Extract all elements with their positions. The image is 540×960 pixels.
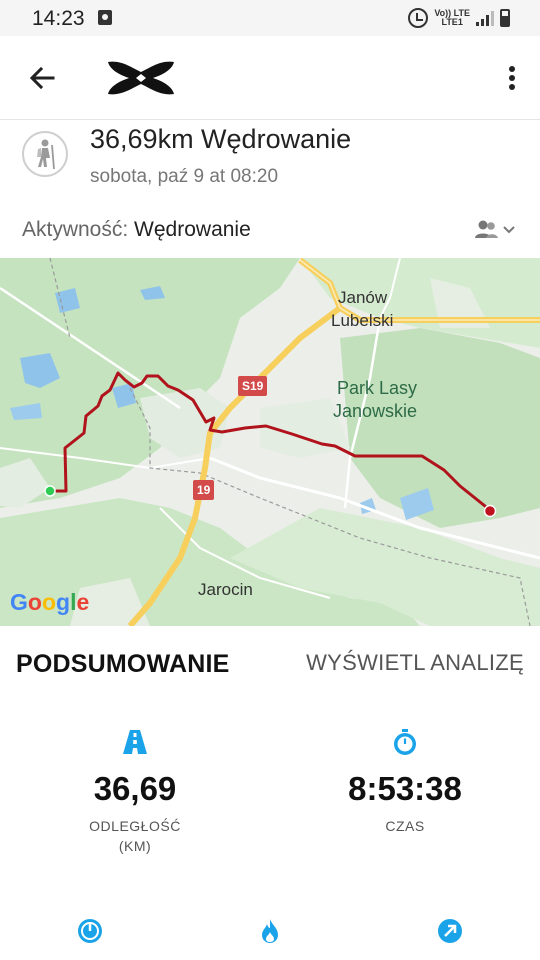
time-value: 8:53:38 [348,770,462,807]
time-stat: 8:53:38 CZAS [305,728,505,836]
route-end-marker [483,504,497,518]
status-bar: 14:23 Vo)) LTE LTE1 [0,0,540,36]
back-button[interactable] [22,58,62,98]
network-indicator: Vo)) LTE LTE1 [434,9,470,27]
gauge-icon[interactable] [77,918,103,944]
distance-stat: 36,69 ODLEGŁOŚĆ (KM) [35,728,235,856]
map-label-janow: Janów [338,288,388,307]
workout-title: 36,69km Wędrowanie [90,124,352,154]
road-shield-19: 19 [193,480,215,500]
road-icon [121,728,149,756]
google-logo: Google [10,589,89,616]
more-dot-icon [509,84,515,90]
google-logo-letter: e [76,589,90,615]
status-icons: Vo)) LTE LTE1 [408,6,510,30]
flame-icon[interactable] [257,918,283,944]
map-canvas [0,258,540,626]
route-map[interactable]: Janów Lubelski Park Lasy Janowskie Jaroc… [0,258,540,626]
activity-label: Aktywność: [22,218,129,241]
google-logo-letter: G [10,589,28,615]
map-label-park-line2: Janowskie [333,401,418,421]
distance-label: ODLEGŁOŚĆ (KM) [35,816,235,856]
map-label-jarocin: Jarocin [198,580,253,599]
more-dot-icon [509,75,515,81]
stopwatch-icon [391,728,419,756]
status-time: 14:23 [32,7,85,30]
friends-privacy-icon [475,220,515,238]
time-label: CZAS [385,818,425,834]
hiker-icon [22,131,68,177]
activity-row[interactable]: Aktywność: Wędrowanie [22,218,251,242]
map-label-lubelski: Lubelski [331,311,394,330]
arrow-left-icon [29,66,55,90]
workout-date: sobota, paź 9 at 08:20 [90,166,279,187]
more-dot-icon [509,66,515,72]
google-logo-letter: g [56,589,71,615]
alarm-icon [408,8,429,28]
route-start-marker [44,485,56,497]
distance-label-line1: ODLEGŁOŚĆ [89,818,181,834]
app-bar [0,36,540,120]
google-logo-letter: o [41,589,57,615]
more-options-button[interactable] [504,60,520,96]
summary-heading: PODSUMOWANIE [16,650,230,678]
battery-icon [500,9,510,27]
distance-value: 36,69 [93,770,177,807]
view-analysis-link[interactable]: WYŚWIETL ANALIZĘ [306,650,524,676]
road-shield-s19: S19 [238,376,268,396]
arrow-up-right-icon[interactable] [437,918,463,944]
under-armour-logo [106,58,176,98]
google-logo-letter: o [27,589,42,615]
signal-icon [476,10,494,26]
gallery-notification-icon [98,10,112,25]
network-bottom-text: LTE1 [441,17,463,27]
distance-label-line2: (KM) [118,838,152,854]
activity-value: Wędrowanie [134,218,251,241]
privacy-dropdown[interactable] [474,218,518,242]
map-label-park-line1: Park Lasy [337,378,418,398]
